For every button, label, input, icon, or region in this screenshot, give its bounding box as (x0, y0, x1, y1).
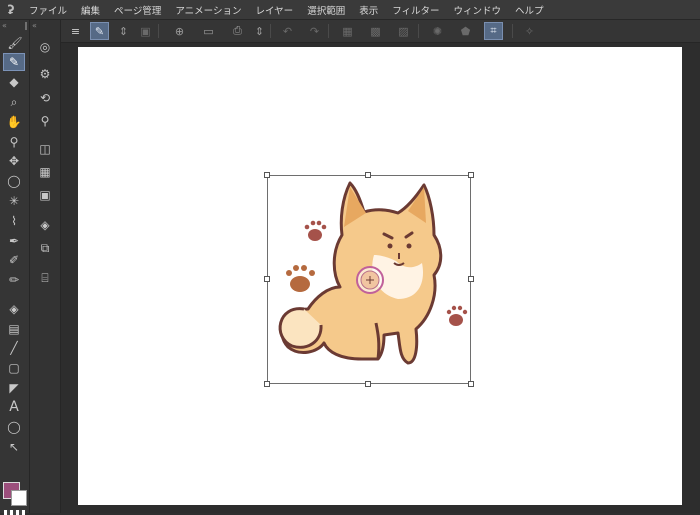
fill-icon[interactable]: ⬟ (456, 22, 475, 40)
menu-view[interactable]: 表示 (352, 3, 385, 17)
transform-handle-top-left[interactable] (264, 172, 270, 178)
collapse-icon[interactable]: « (32, 21, 58, 33)
correction-icon[interactable]: ↖ (3, 438, 25, 456)
transform-handle-bottom[interactable] (365, 381, 371, 387)
new-page-icon[interactable]: ⊕ (170, 22, 189, 40)
open-file-icon[interactable]: ▭ (199, 22, 218, 40)
magic-wand-icon[interactable]: ✳ (3, 192, 25, 210)
frame-icon[interactable]: ▢ (3, 359, 25, 377)
transform-handle-top[interactable] (365, 172, 371, 178)
toolbar-divider (512, 24, 513, 38)
up-down-icon[interactable]: ⇕ (114, 22, 133, 40)
material-icon[interactable]: ◫ (35, 140, 55, 158)
sub-tool-palette: « ◎ ⚙ ⟲ ⚲ ◫ ▦ ▣ ◈ ⧉ ⌸ (30, 20, 61, 513)
tool-palette: «‖ 🖌 ✎ ◆ ⌕ ✋ ⚲ ✥ ◯ ✳ ⌇ ✒ ✐ ✏ ◈ ▤ ╱ ▢ ◤ A… (0, 20, 30, 515)
grip-icon[interactable]: ‖ (24, 21, 28, 33)
layer-b-icon[interactable]: ▩ (366, 22, 385, 40)
transform-handle-left[interactable] (264, 276, 270, 282)
eyedropper-icon[interactable]: ⌇ (3, 212, 25, 230)
transform-handle-top-right[interactable] (468, 172, 474, 178)
canvas[interactable] (78, 47, 682, 505)
pen-icon[interactable]: ✒ (3, 232, 25, 250)
toolbar-divider (328, 24, 329, 38)
zoom-icon[interactable]: ⌕ (3, 93, 25, 111)
marker-icon[interactable]: ✏ (3, 271, 25, 289)
menu-selection[interactable]: 選択範囲 (300, 3, 352, 17)
toolbar-divider (270, 24, 271, 38)
undo-icon[interactable]: ↶ (278, 22, 297, 40)
ruler-icon[interactable]: ◤ (3, 379, 25, 397)
sparkle-icon[interactable]: ✧ (520, 22, 539, 40)
eraser-icon[interactable]: ◆ (3, 73, 25, 91)
toolbar-divider (158, 24, 159, 38)
color-settings-icon[interactable]: ✺ (428, 22, 447, 40)
navigator-icon[interactable]: ◎ (35, 38, 55, 56)
transform-bounding-box[interactable] (264, 172, 474, 387)
redo-icon[interactable]: ↷ (305, 22, 324, 40)
pen-tool-icon[interactable]: ✎ (3, 53, 25, 71)
background-color-swatch[interactable] (11, 490, 27, 506)
up-down-icon[interactable]: ⇕ (250, 22, 269, 40)
layers-icon[interactable]: ◈ (35, 216, 55, 234)
timeline-icon[interactable]: ▦ (35, 163, 55, 181)
menu-icon[interactable]: ≡ (66, 22, 85, 40)
transform-icon[interactable]: ⌗ (484, 22, 503, 40)
balloon-icon[interactable]: ◯ (3, 418, 25, 436)
layer-a-icon[interactable]: ▦ (338, 22, 357, 40)
line-icon[interactable]: ╱ (3, 339, 25, 357)
command-bar: ≡ ✎ ⇕ ▣ ⊕ ▭ ⎙ ⇕ ↶ ↷ ▦ ▩ ▨ ✺ ⬟ ⌗ ✧ (60, 20, 700, 43)
pencil-icon[interactable]: ✐ (3, 251, 25, 269)
toolbar-divider (418, 24, 419, 38)
menu-filter[interactable]: フィルター (385, 3, 446, 17)
layer-c-icon[interactable]: ▨ (394, 22, 413, 40)
transform-handle-bottom-left[interactable] (264, 381, 270, 387)
transform-sub-icon[interactable]: ⟲ (35, 89, 55, 107)
pen-pressure-icon[interactable]: ✎ (90, 22, 109, 40)
gradient-icon[interactable]: ▤ (3, 320, 25, 338)
tone-icon[interactable]: ▣ (35, 186, 55, 204)
brush-icon[interactable]: 🖌 (4, 34, 26, 52)
menu-window[interactable]: ウィンドウ (447, 3, 509, 17)
transform-handle-right[interactable] (468, 276, 474, 282)
layer-property-icon[interactable]: ⚙ (35, 65, 55, 83)
lasso-icon[interactable]: ◯ (3, 172, 25, 190)
canvas-icon[interactable]: ▣ (136, 22, 155, 40)
camera-icon[interactable]: ⌸ (35, 269, 55, 287)
move-icon[interactable]: ✥ (3, 152, 25, 170)
palette-header: «‖ (2, 21, 28, 33)
stack-icon[interactable]: ⧉ (35, 239, 55, 257)
menu-edit[interactable]: 編集 (74, 3, 107, 17)
transform-handle-bottom-right[interactable] (468, 381, 474, 387)
fill-bucket-icon[interactable]: ◈ (3, 300, 25, 318)
text-icon[interactable]: A (3, 398, 25, 416)
menu-layer[interactable]: レイヤー (248, 3, 300, 17)
menu-bar: ʡ ファイル 編集 ページ管理 アニメーション レイヤー 選択範囲 表示 フィル… (0, 0, 700, 20)
app-logo-icon[interactable]: ʡ (0, 0, 22, 19)
canvas-area[interactable] (61, 43, 700, 513)
select-object-icon[interactable]: ⚲ (3, 133, 25, 151)
collapse-icon[interactable]: « (2, 21, 7, 33)
menu-help[interactable]: ヘルプ (508, 3, 551, 17)
menu-animation[interactable]: アニメーション (168, 3, 248, 17)
menu-page[interactable]: ページ管理 (107, 3, 168, 17)
hand-icon[interactable]: ✋ (3, 113, 25, 131)
print-icon[interactable]: ⎙ (228, 22, 247, 40)
menu-file[interactable]: ファイル (22, 3, 74, 17)
layer-search-icon[interactable]: ⚲ (35, 112, 55, 130)
